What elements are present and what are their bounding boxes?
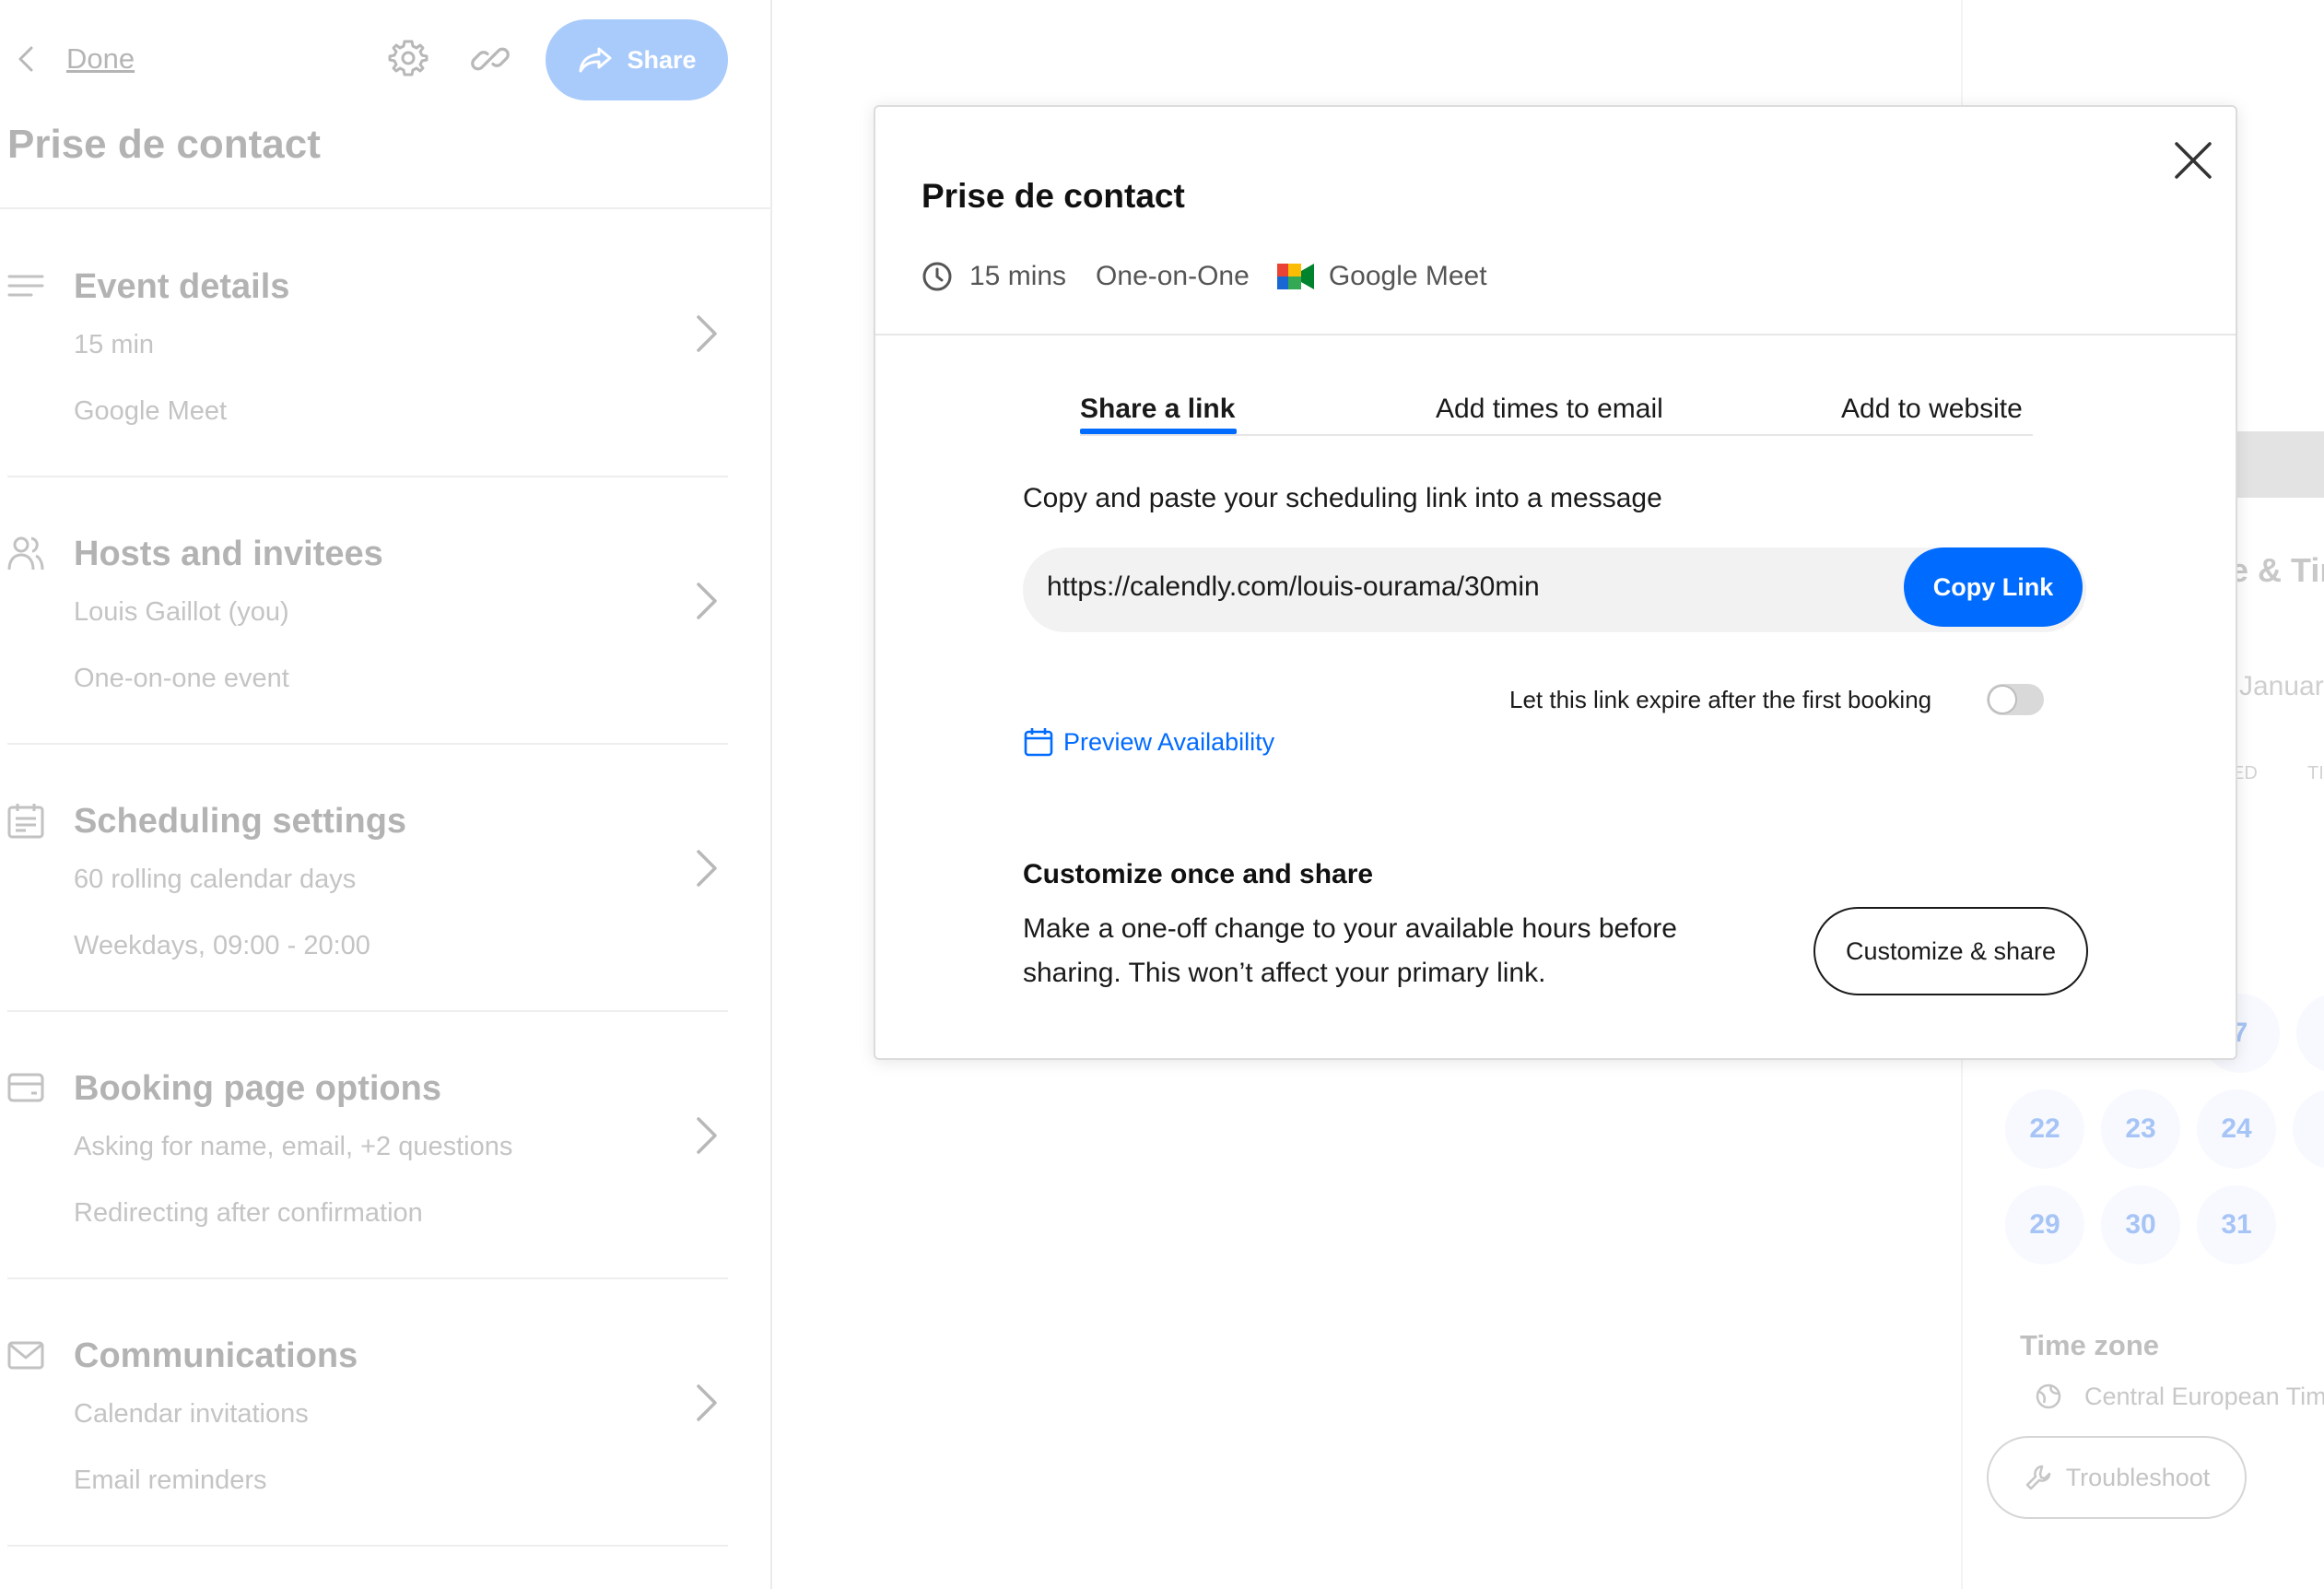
event-meta: 15 mins One-on-One Google Meet <box>921 260 1487 293</box>
divider <box>875 334 2236 335</box>
share-modal: Prise de contact 15 mins One-on-One Goog… <box>874 105 2237 1060</box>
share-label: Share <box>627 45 697 74</box>
toggle-knob <box>1988 685 2017 714</box>
divider <box>7 476 728 477</box>
calendar-day[interactable]: 22 <box>2005 1089 2084 1169</box>
event-title: Prise de contact <box>7 122 321 167</box>
timezone-value[interactable]: Central European Tim <box>2084 1383 2324 1411</box>
weekday-label: TI <box>2307 763 2324 783</box>
section-hosts-invitees[interactable]: Hosts and invitees Louis Gaillot (you) O… <box>0 535 772 802</box>
calendar-day[interactable]: 29 <box>2005 1185 2084 1265</box>
tab-add-times-to-email[interactable]: Add times to email <box>1436 394 1663 425</box>
chevron-right-icon[interactable] <box>693 1381 721 1425</box>
section-detail: Louis Gaillot (you) <box>74 597 289 627</box>
share-instruction: Copy and paste your scheduling link into… <box>1023 483 1662 513</box>
google-meet-icon <box>1276 264 1314 289</box>
section-title: Event details <box>74 267 290 306</box>
calendar-day[interactable]: 30 <box>2101 1185 2180 1265</box>
divider <box>7 1277 728 1279</box>
link-icon[interactable] <box>468 37 512 81</box>
preview-header-bar <box>2230 431 2324 498</box>
calendar-day[interactable]: 24 <box>2197 1089 2276 1169</box>
lines-icon <box>7 275 44 297</box>
event-type: One-on-One <box>1096 261 1250 291</box>
clock-icon <box>922 262 952 291</box>
troubleshoot-label: Troubleshoot <box>2065 1463 2211 1491</box>
tab-add-to-website[interactable]: Add to website <box>1841 394 2023 425</box>
section-communications[interactable]: Communications Calendar invitations Emai… <box>0 1336 772 1589</box>
section-title: Booking page options <box>74 1069 441 1108</box>
share-arrow-icon <box>579 47 612 73</box>
section-scheduling-settings[interactable]: Scheduling settings 60 rolling calendar … <box>0 802 772 1069</box>
copy-link-button[interactable]: Copy Link <box>1904 547 2083 627</box>
modal-title: Prise de contact <box>921 177 1185 215</box>
preview-availability-label: Preview Availability <box>1063 727 1275 756</box>
chevron-left-icon[interactable] <box>13 42 39 76</box>
section-title: Scheduling settings <box>74 802 407 841</box>
scheduling-link-field[interactable]: https://calendly.com/louis-ourama/30min … <box>1023 547 2086 632</box>
section-detail: 15 min <box>74 330 155 359</box>
event-location: Google Meet <box>1328 261 1487 291</box>
share-tabs: Share a link Add times to email Add to w… <box>1080 379 2033 436</box>
section-booking-page-options[interactable]: Booking page options Asking for name, em… <box>0 1069 772 1336</box>
card-icon <box>7 1073 44 1102</box>
globe-icon <box>2036 1383 2061 1409</box>
divider <box>7 743 728 745</box>
expire-link-toggle[interactable] <box>1987 684 2044 715</box>
chevron-right-icon[interactable] <box>693 579 721 623</box>
divider <box>7 1545 728 1547</box>
tab-share-a-link[interactable]: Share a link <box>1080 394 1235 425</box>
active-tab-indicator <box>1080 429 1237 434</box>
section-title: Hosts and invitees <box>74 535 383 573</box>
calendar-day[interactable]: 31 <box>2197 1185 2276 1265</box>
preview-availability-link[interactable]: Preview Availability <box>1023 726 1274 758</box>
troubleshoot-button[interactable]: Troubleshoot <box>1987 1436 2247 1519</box>
section-title: Communications <box>74 1336 358 1375</box>
wrench-icon <box>2025 1465 2050 1490</box>
chevron-right-icon[interactable] <box>693 312 721 356</box>
scheduling-link-url[interactable]: https://calendly.com/louis-ourama/30min <box>1047 571 1540 603</box>
sidebar-topbar: Done Share <box>0 0 772 120</box>
share-button[interactable]: Share <box>546 19 728 100</box>
section-detail: One-on-one event <box>74 664 289 693</box>
preview-month: Januar <box>2239 671 2324 701</box>
section-detail: Calendar invitations <box>74 1399 309 1429</box>
customize-description: Make a one-off change to your available … <box>1023 913 1677 988</box>
calendar-icon <box>1024 728 1053 757</box>
section-detail: Google Meet <box>74 396 228 426</box>
section-detail: Redirecting after confirmation <box>74 1198 423 1228</box>
done-link[interactable]: Done <box>66 42 135 76</box>
timezone-label: Time zone <box>2020 1329 2160 1361</box>
divider <box>7 1010 728 1012</box>
people-icon <box>7 536 44 571</box>
calendar-icon <box>7 804 44 839</box>
section-detail: Email reminders <box>74 1465 267 1495</box>
expire-link-label: Let this link expire after the first boo… <box>1509 686 1932 713</box>
section-detail: Weekdays, 09:00 - 20:00 <box>74 931 370 960</box>
preview-heading: e & Tir <box>2230 551 2324 589</box>
section-detail: 60 rolling calendar days <box>74 865 357 894</box>
mail-icon <box>7 1341 44 1370</box>
event-duration: 15 mins <box>969 261 1067 291</box>
customize-title: Customize once and share <box>1023 859 1374 889</box>
chevron-right-icon[interactable] <box>693 846 721 890</box>
section-detail: Asking for name, email, +2 questions <box>74 1132 513 1161</box>
section-event-details[interactable]: Event details 15 min Google Meet <box>0 267 772 535</box>
event-sidebar: Done Share Prise de contact Event detail… <box>0 0 772 1589</box>
divider <box>0 207 772 209</box>
customize-share-button[interactable]: Customize & share <box>1813 907 2088 995</box>
calendar-day[interactable]: 23 <box>2101 1089 2180 1169</box>
chevron-right-icon[interactable] <box>693 1113 721 1158</box>
close-icon[interactable] <box>2167 135 2219 186</box>
gear-icon[interactable] <box>387 37 429 79</box>
